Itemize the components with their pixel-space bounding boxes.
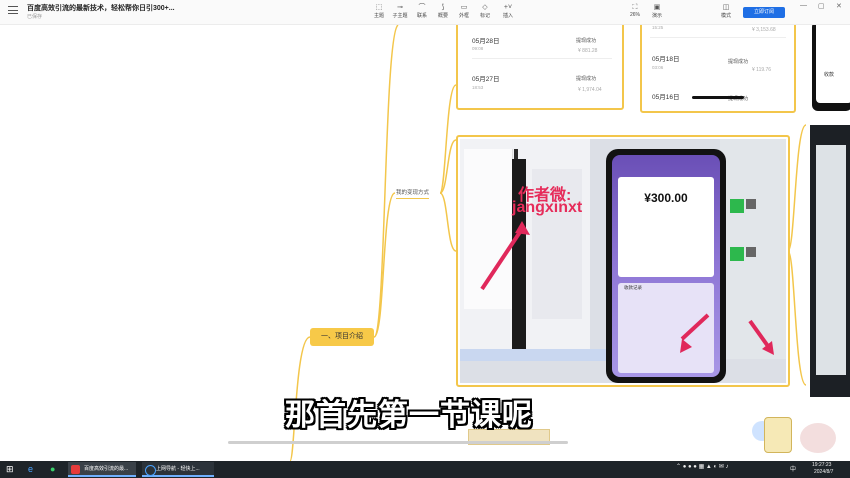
- photo-image: ¥300.00 收款记录 作者微: jangxinxt: [460, 139, 786, 383]
- horizontal-scrollbar[interactable]: [228, 441, 568, 444]
- zoom-icon: ⛶: [632, 4, 638, 11]
- tray-icons[interactable]: ⌃ ● ● ● ▦ ▲ ◐ ✉ ♪: [676, 463, 729, 470]
- taskbar-app-mindmap[interactable]: 百度高效引流的最...: [68, 462, 136, 477]
- row-amount: ¥ 881.28: [578, 48, 598, 54]
- insert-button[interactable]: +˅ 插入: [496, 3, 520, 19]
- row-date: 05月28日: [472, 38, 500, 45]
- subscribe-button[interactable]: 立即订阅: [743, 7, 785, 18]
- mode-icon: ◫: [722, 4, 730, 11]
- browser-icon: [145, 465, 156, 476]
- arrow-overlays: [480, 221, 774, 355]
- minimize-icon[interactable]: —: [800, 2, 807, 9]
- subtopic-icon: ⊸: [397, 4, 403, 11]
- document-title: 百度高效引流的最新技术，轻松帮你日引300+...: [27, 5, 175, 12]
- row-status: 提现成功: [728, 59, 749, 65]
- row-time: 09:08: [472, 46, 484, 51]
- row-time: 03:06: [652, 65, 664, 70]
- row-status: 提现成功: [576, 76, 597, 82]
- node-project-intro[interactable]: 一、项目介绍: [310, 328, 374, 346]
- row-date: 05月16日: [652, 94, 680, 101]
- row-amount: ¥ 1,974.04: [578, 87, 602, 93]
- home-indicator: [692, 96, 744, 99]
- photo-card[interactable]: ¥300.00 收款记录 作者微: jangxinxt: [456, 135, 790, 387]
- save-status: 已保存: [27, 14, 43, 20]
- mode-button[interactable]: ◫ 模式: [714, 3, 738, 19]
- row-date: 05月27日: [472, 76, 500, 83]
- wechat-icon[interactable]: ●: [50, 462, 62, 477]
- subtopic-button[interactable]: ⊸ 子主题: [388, 3, 412, 19]
- windows-start-icon[interactable]: ⊞: [6, 462, 14, 477]
- row-time: 18:53: [472, 85, 484, 90]
- zoom-button[interactable]: ⛶ 26%: [623, 3, 647, 18]
- maximize-icon[interactable]: ▢: [818, 2, 825, 10]
- row-amount: ¥ 119.76: [752, 67, 772, 73]
- phone-card-right: 收款: [808, 25, 850, 113]
- insert-icon: +˅: [503, 4, 513, 11]
- withdraw-card-left: 05月28日 09:08 提现成功 ¥ 881.28 05月27日 18:53 …: [456, 25, 624, 110]
- clock-time[interactable]: 19:27:23: [812, 462, 831, 468]
- close-icon[interactable]: ✕: [836, 2, 842, 10]
- withdraw-card-mid: 15:25 ¥ 3,153.68 05月18日 03:06 提现成功 ¥ 119…: [640, 25, 796, 113]
- right-image-card: [808, 125, 850, 397]
- top-toolbar: 百度高效引流的最新技术，轻松帮你日引300+... 已保存 ⬚ 主题 ⊸ 子主题 ⌒…: [0, 0, 850, 25]
- marker-button[interactable]: ◇ 标记: [473, 3, 497, 19]
- video-subtitle: 那首先第一节课呢: [285, 398, 533, 433]
- marker-icon: ◇: [482, 4, 488, 11]
- edge-browser-icon[interactable]: e: [28, 462, 40, 477]
- node-monetization[interactable]: 我的变现方式: [396, 188, 430, 199]
- present-icon: ▣: [653, 4, 661, 11]
- ime-indicator[interactable]: 中: [790, 464, 796, 473]
- row-date: 05月18日: [652, 56, 680, 63]
- app-red-icon: [71, 465, 80, 474]
- mascot-face-icon: [800, 423, 836, 453]
- row-status: 提现成功: [576, 38, 597, 44]
- present-button[interactable]: ▣ 演示: [645, 3, 669, 19]
- clock-date[interactable]: 2024/8/7: [814, 469, 833, 475]
- mascot-icon: [764, 417, 792, 453]
- taskbar-app-browser[interactable]: 上网导航 - 轻快上...: [142, 462, 214, 477]
- hamburger-menu-icon[interactable]: [8, 6, 18, 14]
- os-taskbar: ⊞ e ● 百度高效引流的最... 上网导航 - 轻快上... ⌃ ● ● ● …: [0, 461, 850, 478]
